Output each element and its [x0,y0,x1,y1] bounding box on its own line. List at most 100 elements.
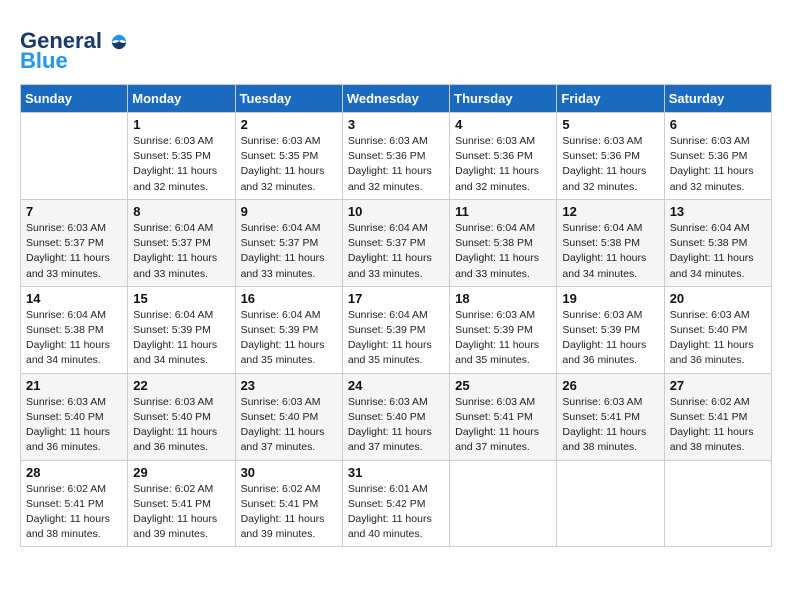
calendar-cell: 29 Sunrise: 6:02 AMSunset: 5:41 PMDayligh… [128,460,235,547]
day-number: 27 [670,378,766,393]
day-number: 10 [348,204,444,219]
calendar-cell: 4 Sunrise: 6:03 AMSunset: 5:36 PMDaylight… [450,113,557,200]
calendar-cell: 15 Sunrise: 6:04 AMSunset: 5:39 PMDayligh… [128,286,235,373]
day-number: 26 [562,378,658,393]
day-info: Sunrise: 6:04 AMSunset: 5:37 PMDaylight:… [348,221,444,282]
calendar-cell: 20 Sunrise: 6:03 AMSunset: 5:40 PMDayligh… [664,286,771,373]
day-number: 19 [562,291,658,306]
day-info: Sunrise: 6:04 AMSunset: 5:38 PMDaylight:… [562,221,658,282]
day-number: 14 [26,291,122,306]
weekday-header: Saturday [664,85,771,113]
calendar-cell: 22 Sunrise: 6:03 AMSunset: 5:40 PMDayligh… [128,373,235,460]
day-info: Sunrise: 6:03 AMSunset: 5:36 PMDaylight:… [562,134,658,195]
weekday-header: Sunday [21,85,128,113]
day-info: Sunrise: 6:02 AMSunset: 5:41 PMDaylight:… [241,482,337,543]
day-info: Sunrise: 6:03 AMSunset: 5:39 PMDaylight:… [562,308,658,369]
day-info: Sunrise: 6:04 AMSunset: 5:39 PMDaylight:… [348,308,444,369]
weekday-header: Thursday [450,85,557,113]
calendar-cell: 6 Sunrise: 6:03 AMSunset: 5:36 PMDaylight… [664,113,771,200]
day-info: Sunrise: 6:04 AMSunset: 5:37 PMDaylight:… [241,221,337,282]
day-number: 13 [670,204,766,219]
calendar-cell: 24Sunrise: 6:03 AMSunset: 5:40 PMDayligh… [342,373,449,460]
day-info: Sunrise: 6:03 AMSunset: 5:40 PMDaylight:… [670,308,766,369]
day-number: 4 [455,117,551,132]
day-number: 2 [241,117,337,132]
day-number: 15 [133,291,229,306]
weekday-header: Wednesday [342,85,449,113]
day-info: Sunrise: 6:03 AMSunset: 5:36 PMDaylight:… [455,134,551,195]
logo: General Blue [20,30,128,74]
day-number: 20 [670,291,766,306]
day-info: Sunrise: 6:02 AMSunset: 5:41 PMDaylight:… [133,482,229,543]
calendar-table: SundayMondayTuesdayWednesdayThursdayFrid… [20,84,772,547]
logo-bird-icon [110,33,128,51]
calendar-cell: 2 Sunrise: 6:03 AMSunset: 5:35 PMDaylight… [235,113,342,200]
day-info: Sunrise: 6:03 AMSunset: 5:40 PMDaylight:… [133,395,229,456]
calendar-week-row: 21 Sunrise: 6:03 AMSunset: 5:40 PMDayligh… [21,373,772,460]
day-info: Sunrise: 6:03 AMSunset: 5:41 PMDaylight:… [562,395,658,456]
day-number: 11 [455,204,551,219]
day-number: 31 [348,465,444,480]
day-info: Sunrise: 6:03 AMSunset: 5:40 PMDaylight:… [26,395,122,456]
day-info: Sunrise: 6:03 AMSunset: 5:36 PMDaylight:… [670,134,766,195]
calendar-cell: 1 Sunrise: 6:03 AMSunset: 5:35 PMDaylight… [128,113,235,200]
day-info: Sunrise: 6:04 AMSunset: 5:39 PMDaylight:… [241,308,337,369]
calendar-cell: 18 Sunrise: 6:03 AMSunset: 5:39 PMDayligh… [450,286,557,373]
calendar-cell: 5Sunrise: 6:03 AMSunset: 5:36 PMDaylight… [557,113,664,200]
day-number: 30 [241,465,337,480]
calendar-cell [557,460,664,547]
day-number: 6 [670,117,766,132]
day-info: Sunrise: 6:03 AMSunset: 5:35 PMDaylight:… [241,134,337,195]
day-info: Sunrise: 6:03 AMSunset: 5:37 PMDaylight:… [26,221,122,282]
calendar-cell: 14 Sunrise: 6:04 AMSunset: 5:38 PMDayligh… [21,286,128,373]
day-number: 21 [26,378,122,393]
calendar-cell: 10 Sunrise: 6:04 AMSunset: 5:37 PMDayligh… [342,199,449,286]
page-header: General Blue [20,20,772,74]
day-number: 1 [133,117,229,132]
day-number: 7 [26,204,122,219]
day-info: Sunrise: 6:01 AMSunset: 5:42 PMDaylight:… [348,482,444,543]
day-number: 18 [455,291,551,306]
day-number: 22 [133,378,229,393]
day-info: Sunrise: 6:03 AMSunset: 5:39 PMDaylight:… [455,308,551,369]
day-number: 12 [562,204,658,219]
day-info: Sunrise: 6:03 AMSunset: 5:41 PMDaylight:… [455,395,551,456]
calendar-week-row: 14 Sunrise: 6:04 AMSunset: 5:38 PMDayligh… [21,286,772,373]
day-number: 9 [241,204,337,219]
day-number: 25 [455,378,551,393]
day-info: Sunrise: 6:04 AMSunset: 5:38 PMDaylight:… [26,308,122,369]
day-info: Sunrise: 6:04 AMSunset: 5:39 PMDaylight:… [133,308,229,369]
weekday-header: Friday [557,85,664,113]
day-number: 17 [348,291,444,306]
calendar-cell: 25 Sunrise: 6:03 AMSunset: 5:41 PMDayligh… [450,373,557,460]
day-info: Sunrise: 6:03 AMSunset: 5:40 PMDaylight:… [241,395,337,456]
calendar-cell: 13Sunrise: 6:04 AMSunset: 5:38 PMDayligh… [664,199,771,286]
calendar-week-row: 7 Sunrise: 6:03 AMSunset: 5:37 PMDaylight… [21,199,772,286]
calendar-header-row: SundayMondayTuesdayWednesdayThursdayFrid… [21,85,772,113]
calendar-cell: 9 Sunrise: 6:04 AMSunset: 5:37 PMDaylight… [235,199,342,286]
calendar-cell [664,460,771,547]
calendar-cell: 17 Sunrise: 6:04 AMSunset: 5:39 PMDayligh… [342,286,449,373]
day-info: Sunrise: 6:02 AMSunset: 5:41 PMDaylight:… [670,395,766,456]
calendar-cell [450,460,557,547]
calendar-week-row: 28Sunrise: 6:02 AMSunset: 5:41 PMDayligh… [21,460,772,547]
day-number: 3 [348,117,444,132]
calendar-cell [21,113,128,200]
calendar-cell: 7 Sunrise: 6:03 AMSunset: 5:37 PMDaylight… [21,199,128,286]
calendar-cell: 19 Sunrise: 6:03 AMSunset: 5:39 PMDayligh… [557,286,664,373]
day-info: Sunrise: 6:03 AMSunset: 5:36 PMDaylight:… [348,134,444,195]
day-number: 23 [241,378,337,393]
day-number: 24 [348,378,444,393]
calendar-cell: 31 Sunrise: 6:01 AMSunset: 5:42 PMDayligh… [342,460,449,547]
calendar-cell: 16 Sunrise: 6:04 AMSunset: 5:39 PMDayligh… [235,286,342,373]
day-info: Sunrise: 6:04 AMSunset: 5:37 PMDaylight:… [133,221,229,282]
calendar-cell: 28Sunrise: 6:02 AMSunset: 5:41 PMDayligh… [21,460,128,547]
calendar-cell: 12 Sunrise: 6:04 AMSunset: 5:38 PMDayligh… [557,199,664,286]
day-number: 16 [241,291,337,306]
calendar-cell: 8Sunrise: 6:04 AMSunset: 5:37 PMDaylight… [128,199,235,286]
calendar-cell: 23 Sunrise: 6:03 AMSunset: 5:40 PMDayligh… [235,373,342,460]
weekday-header: Tuesday [235,85,342,113]
day-number: 29 [133,465,229,480]
day-info: Sunrise: 6:03 AMSunset: 5:35 PMDaylight:… [133,134,229,195]
calendar-week-row: 1 Sunrise: 6:03 AMSunset: 5:35 PMDaylight… [21,113,772,200]
